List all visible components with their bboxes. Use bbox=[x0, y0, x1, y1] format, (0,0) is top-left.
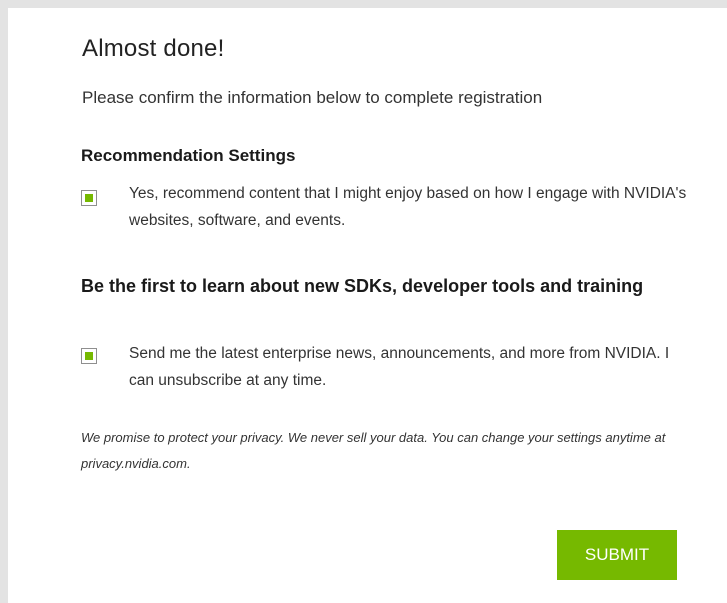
newsletter-checkbox[interactable] bbox=[81, 348, 97, 364]
page-title: Almost done! bbox=[82, 35, 225, 62]
frame-left-border bbox=[0, 0, 8, 603]
recommendation-checkbox[interactable] bbox=[81, 190, 97, 206]
privacy-note: We promise to protect your privacy. We n… bbox=[81, 430, 666, 471]
newsletter-label: Send me the latest enterprise news, anno… bbox=[129, 345, 670, 389]
recommendation-label: Yes, recommend content that I might enjo… bbox=[129, 185, 687, 229]
submit-button[interactable]: SUBMIT bbox=[557, 530, 677, 580]
frame-top-border bbox=[0, 0, 727, 8]
registration-panel: Almost done! Please confirm the informat… bbox=[8, 8, 727, 603]
newsletter-heading: Be the first to learn about new SDKs, de… bbox=[81, 276, 644, 296]
recommendation-heading: Recommendation Settings bbox=[81, 146, 296, 165]
page-subtitle: Please confirm the information below to … bbox=[82, 88, 543, 107]
